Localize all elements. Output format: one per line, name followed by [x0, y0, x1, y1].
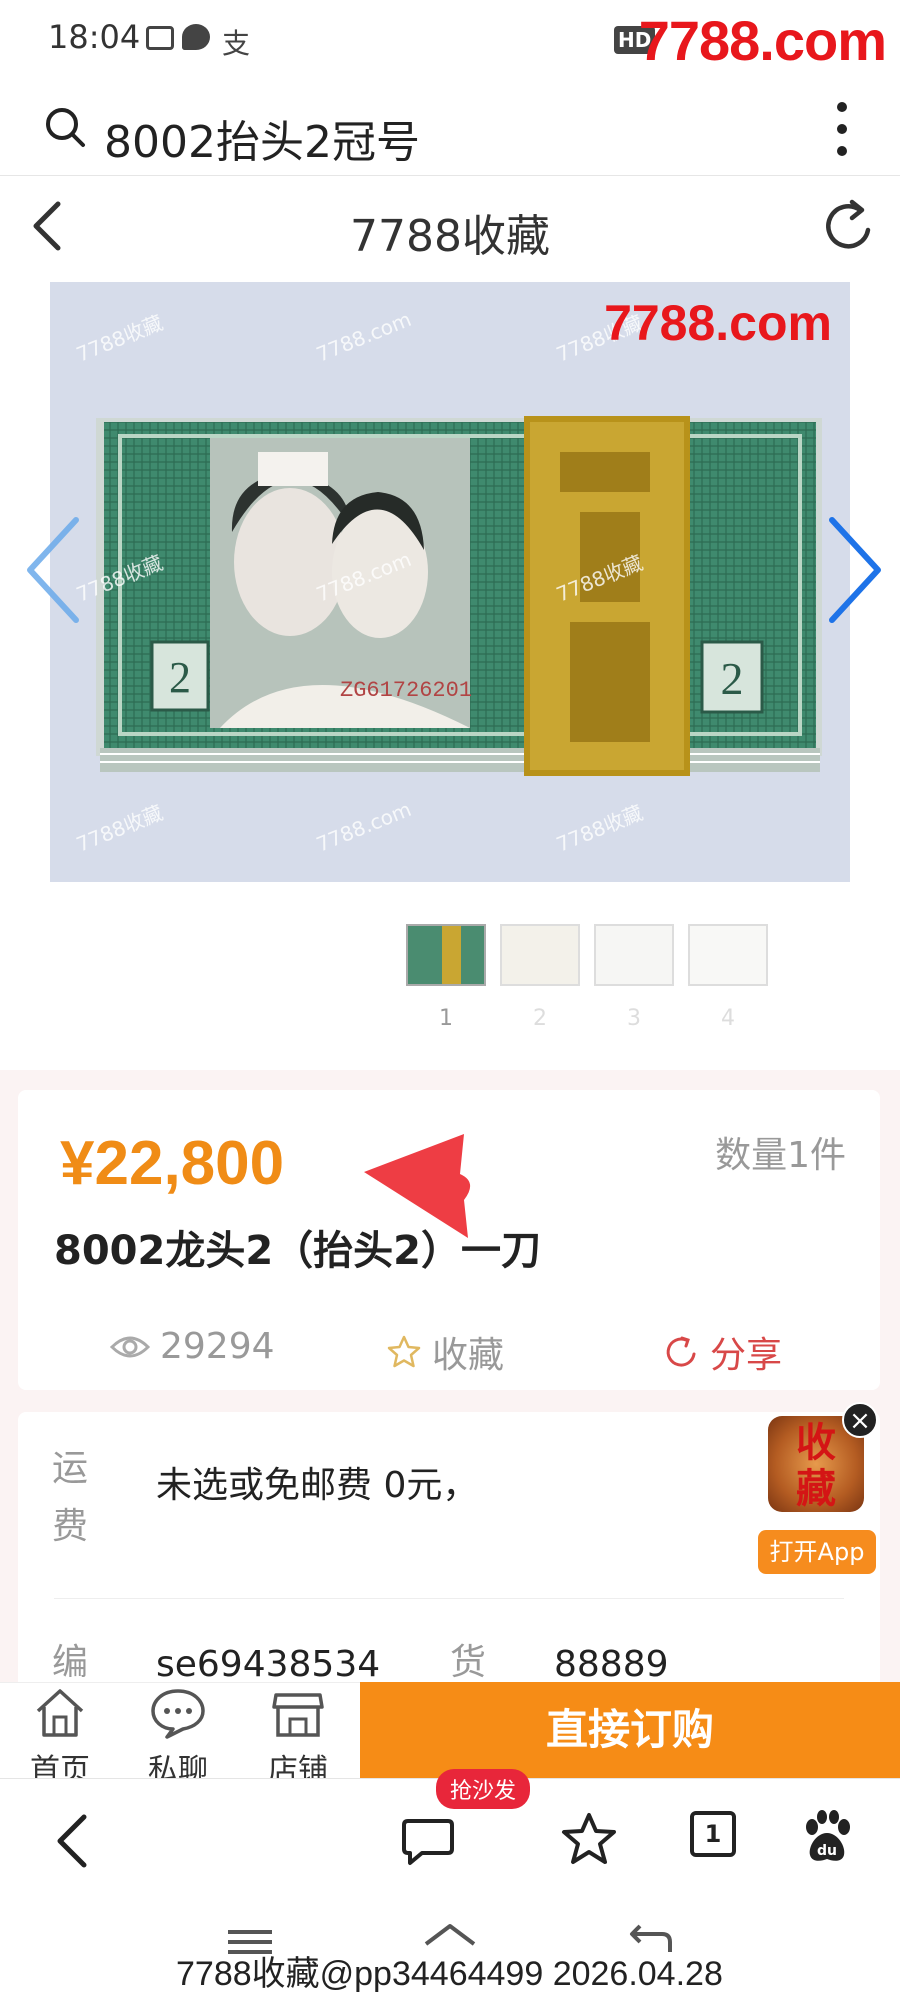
product-photo[interactable]: 2 2 ZG61726201 7788收藏 7788.com 7788收藏 77…: [50, 282, 850, 882]
thumbnail-3[interactable]: [594, 924, 674, 986]
favorite-label: 收藏: [432, 1335, 505, 1376]
footer-watermark: 7788收藏@pp34464499 2026.04.28: [176, 1955, 723, 1993]
shipping-label: 运费: [52, 1448, 89, 1547]
home-button[interactable]: 首页: [20, 1687, 100, 1789]
views-count: 29294: [160, 1326, 275, 1367]
buy-now-button[interactable]: 直接订购: [360, 1682, 900, 1778]
thumbnail-2[interactable]: [500, 924, 580, 986]
status-time: 18:04: [48, 18, 141, 56]
thumbnail-4[interactable]: [688, 924, 768, 986]
comment-badge: 抢沙发: [436, 1769, 531, 1809]
chat-button[interactable]: 私聊: [138, 1687, 218, 1789]
thumbnail-number-1: 1: [439, 1006, 453, 1031]
eye-icon: [110, 1336, 150, 1357]
watermark-site-1: 7788.com: [313, 307, 415, 367]
comment-icon[interactable]: [400, 1815, 456, 1867]
calendar-icon: [146, 26, 174, 50]
tab-count-button[interactable]: 1: [690, 1811, 736, 1857]
more-menu-icon[interactable]: [836, 102, 848, 160]
share-label: 分享: [710, 1335, 783, 1376]
divider: [54, 1598, 844, 1599]
shipping-value: 未选或免邮费 0元，: [156, 1465, 479, 1506]
browser-toolbar: 抢沙发 1 du: [0, 1769, 900, 1902]
close-icon[interactable]: ×: [842, 1402, 878, 1438]
watermark-cn-5: 7788收藏: [73, 800, 166, 856]
goods-value: 88889: [554, 1644, 669, 1685]
favorite-button[interactable]: 收藏: [386, 1326, 504, 1378]
shop-icon: [272, 1693, 324, 1737]
views-stat: 29294: [110, 1326, 275, 1367]
chat-icon: [151, 1689, 205, 1739]
brand-watermark: 7788.com: [638, 9, 887, 72]
shop-button[interactable]: 店铺: [258, 1687, 338, 1789]
product-quantity: 数量1件: [715, 1135, 846, 1176]
app-promo-badge[interactable]: 收 藏 × 打开App: [758, 1402, 878, 1574]
alipay-icon: 支: [222, 27, 251, 60]
bookmark-star-icon[interactable]: [560, 1811, 618, 1867]
thumbnail-number-4: 4: [721, 1006, 735, 1031]
status-bar: 18:04 支 HD 7788.com: [0, 0, 900, 84]
serial-number: ZG61726201: [340, 678, 472, 703]
next-image-arrow-icon[interactable]: [820, 510, 890, 630]
search-query[interactable]: 8002抬头2冠号: [104, 106, 420, 170]
share-button[interactable]: 分享: [664, 1326, 782, 1378]
product-price: ¥22,800: [60, 1129, 285, 1198]
search-icon[interactable]: [44, 106, 86, 148]
thumbnail-strip: 1 2 3 4: [406, 924, 778, 1034]
banknote-image: 2 2 ZG61726201 7788收藏 7788.com 7788收藏 77…: [73, 307, 822, 857]
item-info-card: 运费 未选或免邮费 0元， 编 se69438534 货 88889: [18, 1412, 880, 1712]
search-bar[interactable]: 8002抬头2冠号: [0, 84, 900, 176]
thumbnail-number-2: 2: [533, 1006, 547, 1031]
denomination-left: 2: [169, 653, 191, 702]
browser-back-icon[interactable]: [52, 1811, 96, 1871]
watermark-cn-6: 7788收藏: [553, 800, 646, 856]
baidu-paw-icon[interactable]: du: [800, 1809, 854, 1865]
thumbnail-number-3: 3: [627, 1006, 641, 1031]
svg-text:du: du: [817, 1843, 837, 1859]
nav-bar: 7788收藏: [0, 176, 900, 282]
photo-brand-watermark: 7788.com: [604, 295, 832, 351]
previous-image-arrow-icon[interactable]: [18, 510, 88, 630]
thumbnail-1[interactable]: [406, 924, 486, 986]
page-title: 7788收藏: [350, 211, 550, 262]
open-app-button[interactable]: 打开App: [758, 1530, 876, 1574]
home-icon: [36, 1689, 84, 1737]
denomination-right: 2: [721, 653, 744, 704]
product-stats: 29294 收藏 分享: [18, 1318, 880, 1378]
refresh-icon[interactable]: [820, 194, 880, 258]
star-icon: [387, 1335, 421, 1368]
pointer-arrow-icon: [364, 1134, 471, 1238]
watermark-cn-1: 7788收藏: [73, 310, 166, 366]
recents-icon[interactable]: [228, 1930, 272, 1934]
watermark-site-3: 7788.com: [313, 797, 415, 857]
app-logo-text-2: 藏: [796, 1466, 836, 1512]
share-icon: [666, 1336, 696, 1367]
item-code-value: se69438534: [156, 1644, 381, 1685]
message-icon: [182, 24, 210, 50]
